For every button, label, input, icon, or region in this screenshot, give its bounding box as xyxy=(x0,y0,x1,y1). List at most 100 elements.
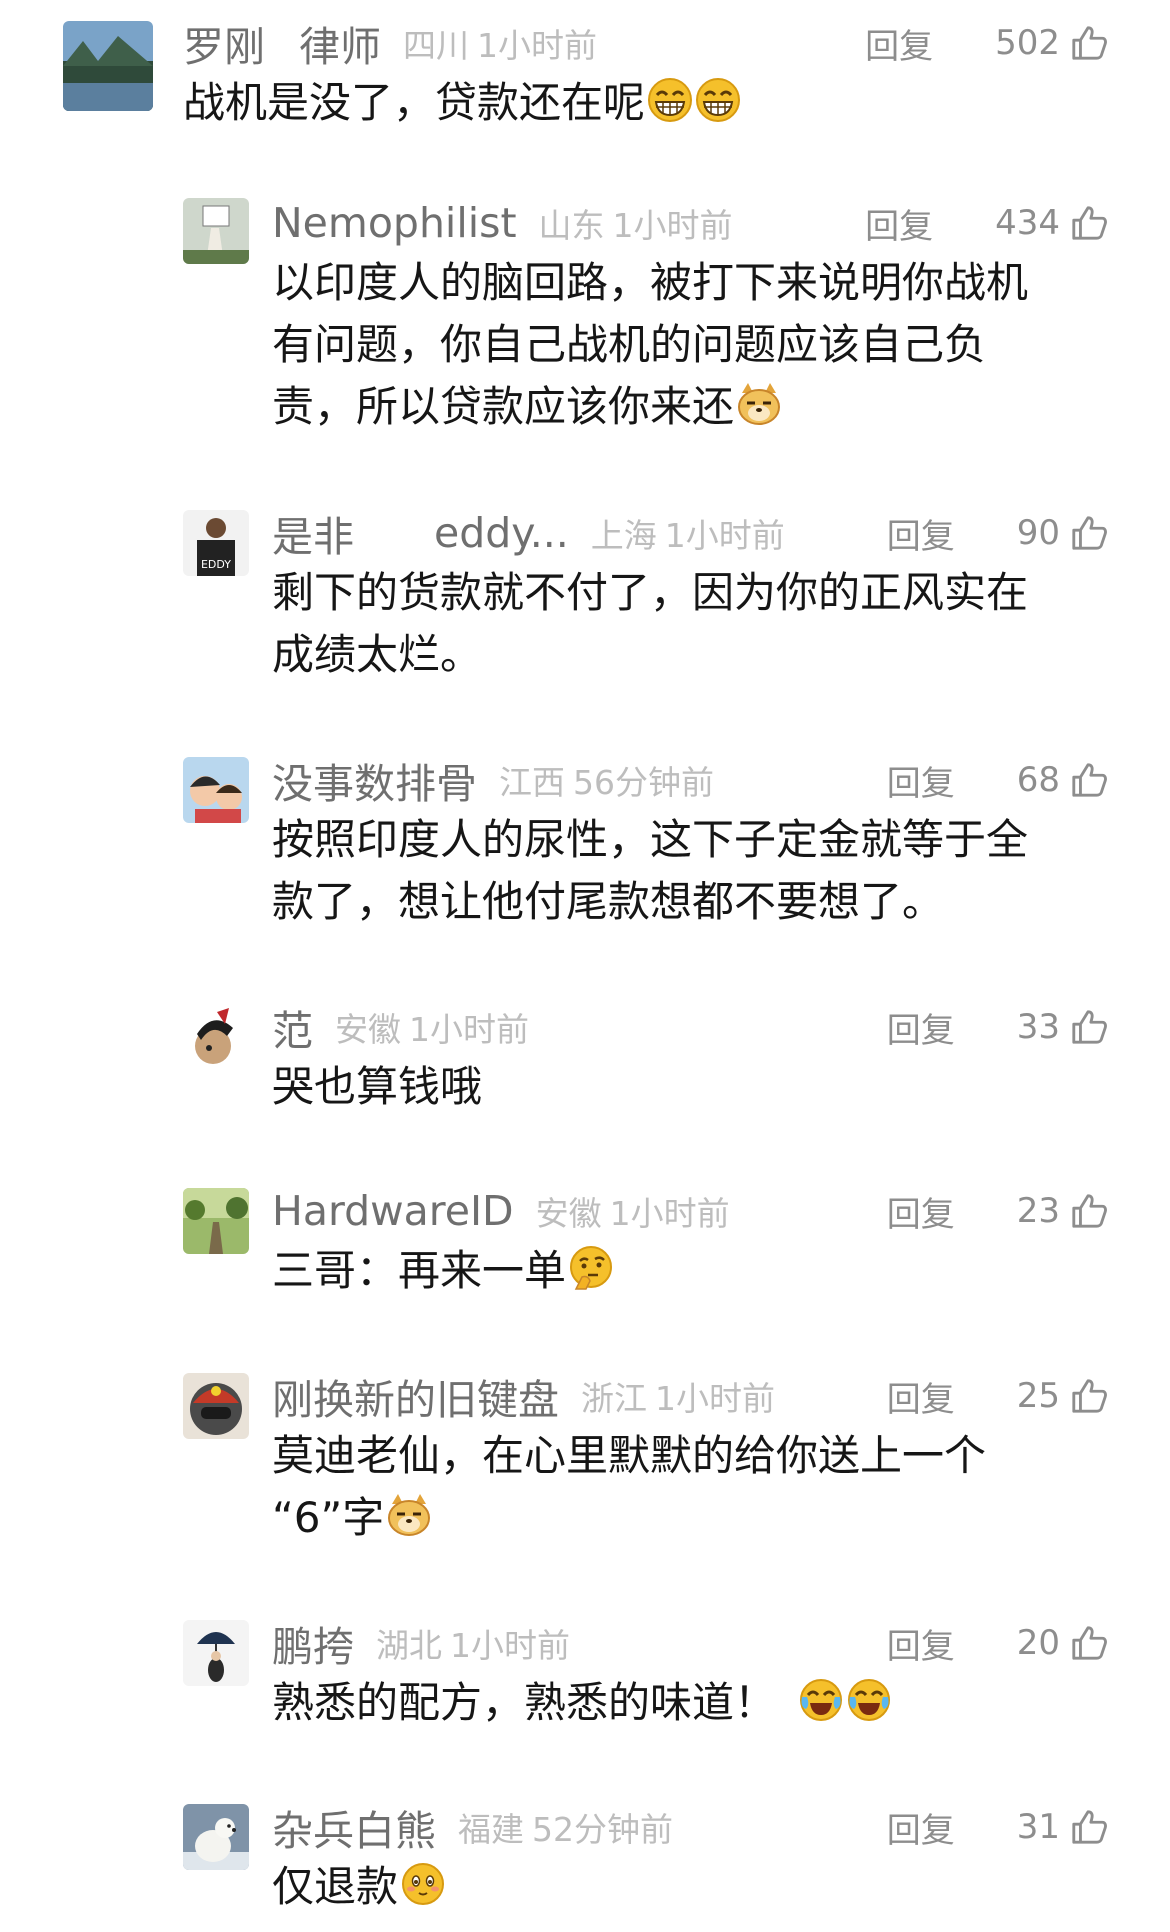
reply-button[interactable]: 回复 xyxy=(887,1803,955,1852)
comment-line: 三哥：再来一单 xyxy=(272,1246,567,1295)
location: 山东 xyxy=(538,206,605,245)
user-avatar[interactable] xyxy=(183,1620,249,1686)
comment-line: 莫迪老仙，在心里默默的给你送上一个 xyxy=(272,1431,987,1480)
like-count: 68 xyxy=(1016,760,1060,800)
comment-line: “6”字 xyxy=(272,1493,385,1542)
location: 安徽 xyxy=(535,1194,602,1233)
username[interactable]: 范 xyxy=(272,997,313,1057)
thumbs-up-icon[interactable] xyxy=(1070,1624,1108,1662)
user-avatar[interactable] xyxy=(183,1004,249,1070)
user-title: eddy... xyxy=(434,509,569,557)
reply-button[interactable]: 回复 xyxy=(887,1187,955,1236)
blush-emoji xyxy=(400,1861,446,1907)
comment-text: 按照印度人的尿性，这下子定金就等于全 款了，想让他付尾款想都不要想了。 xyxy=(272,809,1028,933)
like-count: 90 xyxy=(1016,513,1060,553)
comment-line: 成绩太烂。 xyxy=(272,630,483,679)
comment-actions: 回复 434 xyxy=(865,198,1108,248)
thumbs-up-icon[interactable] xyxy=(1070,1377,1108,1415)
location: 四川 xyxy=(403,26,469,65)
timestamp: 1小时前 xyxy=(664,516,785,555)
comment-line: 战机是没了，贷款还在呢 xyxy=(183,78,646,127)
laugh-cry-emoji xyxy=(846,1677,892,1723)
timestamp: 52分钟前 xyxy=(532,1810,673,1849)
user-avatar[interactable] xyxy=(183,1188,249,1254)
comment-line: 哭也算钱哦 xyxy=(272,1062,483,1111)
thinking-emoji xyxy=(568,1245,614,1291)
grin-emoji xyxy=(695,77,741,123)
comment-actions: 回复 33 xyxy=(887,1002,1108,1052)
user-avatar[interactable] xyxy=(183,757,249,823)
comment-actions: 回复 90 xyxy=(887,508,1108,558)
comment-text: 哭也算钱哦 xyxy=(272,1056,482,1118)
location: 江西 xyxy=(499,763,565,802)
user-avatar[interactable] xyxy=(63,21,153,111)
username[interactable]: 是非 xyxy=(272,503,354,563)
thumbs-up-icon[interactable] xyxy=(1070,24,1108,62)
username[interactable]: 鹏挎 xyxy=(272,1613,354,1673)
username[interactable]: 罗刚 xyxy=(183,13,265,73)
thumbs-up-icon[interactable] xyxy=(1070,761,1108,799)
comment-text: 剩下的货款就不付了，因为你的正风实在 成绩太烂。 xyxy=(272,562,1028,686)
comment-actions: 回复 25 xyxy=(887,1371,1108,1421)
thumbs-up-icon[interactable] xyxy=(1070,1192,1108,1230)
like-count: 23 xyxy=(1016,1191,1060,1231)
like-count: 25 xyxy=(1016,1376,1060,1416)
comment-text: 仅退款 xyxy=(272,1856,446,1918)
thumbs-up-icon[interactable] xyxy=(1070,1808,1108,1846)
reply-button[interactable]: 回复 xyxy=(887,509,955,558)
username[interactable]: 杂兵白熊 xyxy=(272,1797,436,1857)
comment-line: 有问题，你自己战机的问题应该自己负 xyxy=(272,320,987,369)
user-avatar[interactable] xyxy=(183,1373,249,1439)
like-count: 31 xyxy=(1016,1807,1060,1847)
comment-text: 三哥：再来一单 xyxy=(272,1240,614,1302)
location: 安徽 xyxy=(335,1010,401,1049)
comment-actions: 回复 20 xyxy=(887,1618,1108,1668)
timestamp: 1小时前 xyxy=(450,1626,570,1665)
thumbs-up-icon[interactable] xyxy=(1070,514,1108,552)
reply-button[interactable]: 回复 xyxy=(887,1003,955,1052)
username[interactable]: 没事数排骨 xyxy=(272,750,477,810)
svg-text:EDDY: EDDY xyxy=(201,558,231,571)
user-avatar[interactable] xyxy=(183,198,249,264)
username[interactable]: HardwareID xyxy=(272,1187,514,1235)
location: 福建 xyxy=(458,1810,524,1849)
reply-button[interactable]: 回复 xyxy=(865,19,933,68)
thumbs-up-icon[interactable] xyxy=(1070,1008,1108,1046)
comment-meta: 刚换新的旧键盘 浙江 1小时前 xyxy=(272,1371,775,1424)
comment-text: 莫迪老仙，在心里默默的给你送上一个 “6”字 xyxy=(272,1425,986,1549)
timestamp: 1小时前 xyxy=(477,26,597,65)
comment-actions: 回复 502 xyxy=(865,18,1108,68)
timestamp: 1小时前 xyxy=(409,1010,529,1049)
comment-text: 以印度人的脑回路，被打下来说明你战机 有问题，你自己战机的问题应该自己负 责，所… xyxy=(272,252,1028,438)
like-count: 20 xyxy=(1016,1623,1060,1663)
doge-emoji xyxy=(736,381,782,427)
comment-line: 剩下的货款就不付了，因为你的正风实在 xyxy=(272,568,1029,617)
reply-button[interactable]: 回复 xyxy=(865,199,933,248)
timestamp: 1小时前 xyxy=(655,1379,775,1418)
like-count: 502 xyxy=(995,23,1060,63)
comment-line: 款了，想让他付尾款想都不要想了。 xyxy=(272,877,945,926)
comment-actions: 回复 23 xyxy=(887,1186,1108,1236)
laugh-cry-emoji xyxy=(798,1677,844,1723)
like-count: 33 xyxy=(1016,1007,1060,1047)
location: 上海 xyxy=(590,516,657,555)
comment-meta: HardwareID 安徽 1小时前 xyxy=(272,1186,730,1236)
reply-button[interactable]: 回复 xyxy=(887,1619,955,1668)
username[interactable]: 刚换新的旧键盘 xyxy=(272,1366,559,1426)
comment-meta: 没事数排骨 江西 56分钟前 xyxy=(272,755,714,808)
thumbs-up-icon[interactable] xyxy=(1070,204,1108,242)
user-avatar[interactable] xyxy=(183,1804,249,1870)
reply-button[interactable]: 回复 xyxy=(887,1372,955,1421)
like-count: 434 xyxy=(995,203,1060,243)
comment-line: 按照印度人的尿性，这下子定金就等于全 xyxy=(272,815,1029,864)
doge-emoji xyxy=(386,1492,432,1538)
location: 湖北 xyxy=(376,1626,442,1665)
timestamp: 1小时前 xyxy=(609,1194,730,1233)
location: 浙江 xyxy=(581,1379,647,1418)
timestamp: 56分钟前 xyxy=(573,763,714,802)
grin-emoji xyxy=(647,77,693,123)
reply-button[interactable]: 回复 xyxy=(887,756,955,805)
username[interactable]: Nemophilist xyxy=(272,199,517,247)
user-avatar[interactable]: EDDY xyxy=(183,510,249,576)
comment-actions: 回复 68 xyxy=(887,755,1108,805)
